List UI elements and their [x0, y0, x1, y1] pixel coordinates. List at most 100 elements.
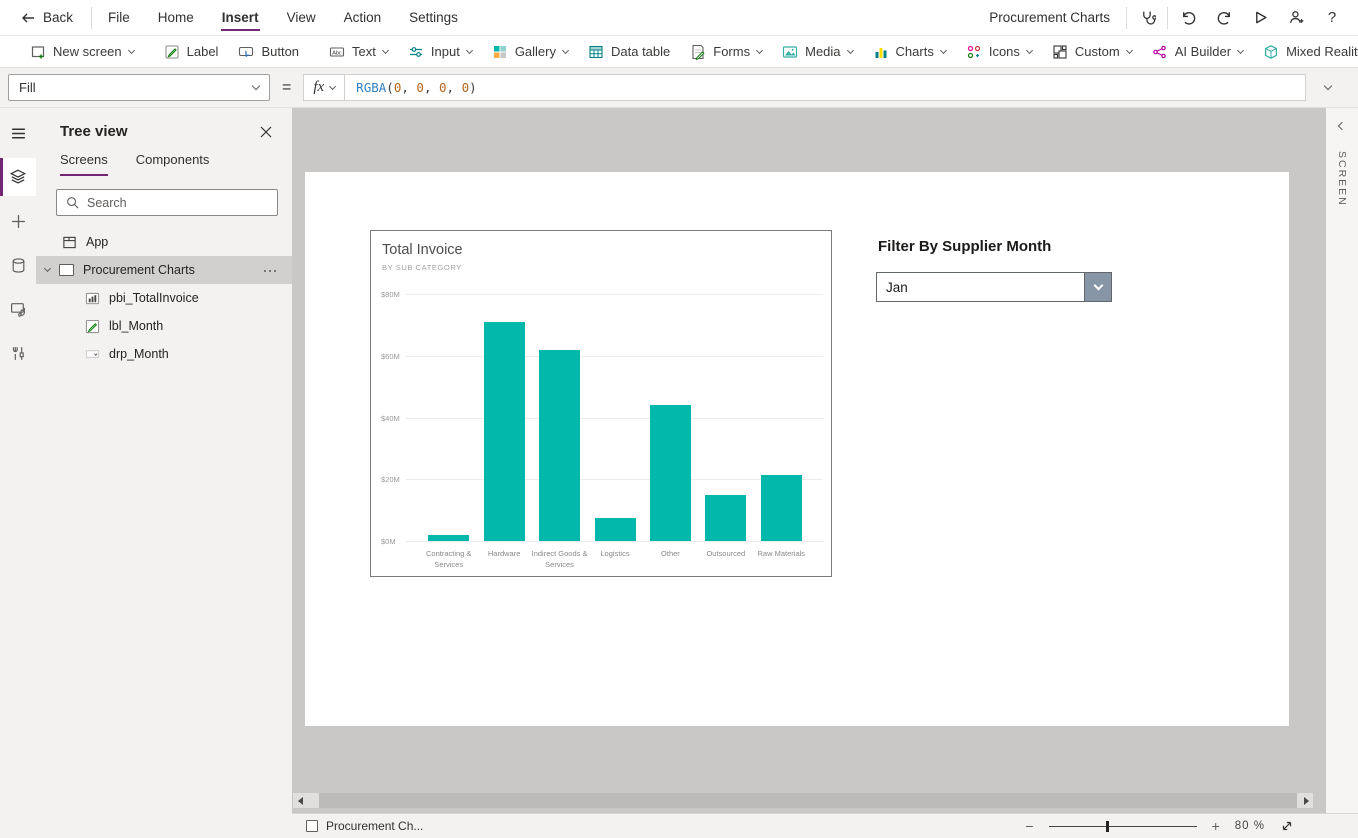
share-button[interactable] [1278, 0, 1314, 36]
statusbar-screen-name: Procurement Ch... [326, 819, 423, 833]
undo-button[interactable] [1170, 0, 1206, 36]
redo-button[interactable] [1206, 0, 1242, 36]
close-panel-button[interactable] [260, 126, 272, 138]
zoom-out-button[interactable]: − [1025, 818, 1033, 834]
rail-media-button[interactable] [0, 290, 36, 328]
media-icon [782, 44, 798, 60]
zoom-slider[interactable] [1049, 820, 1197, 833]
ribbon-charts[interactable]: Charts [863, 36, 956, 68]
tree-item-procurement-charts[interactable]: Procurement Charts [36, 256, 292, 284]
ribbon-media[interactable]: Media [772, 36, 862, 68]
search-input[interactable] [87, 196, 268, 210]
dropdown-button[interactable] [1084, 273, 1111, 301]
plus-icon [10, 213, 27, 230]
chart-bar [761, 475, 802, 541]
horizontal-scrollbar[interactable] [293, 793, 1313, 808]
rail-hamburger-button[interactable] [0, 114, 36, 152]
x-axis-category-label: Other [639, 549, 702, 560]
formula-bar: Fill = fx RGBA(0, 0, 0, 0) [0, 68, 1358, 108]
ribbon-data-table[interactable]: Data table [578, 36, 680, 68]
zoom-in-button[interactable]: + [1212, 818, 1220, 834]
ribbon-label: Text [352, 44, 376, 59]
scrollbar-thumb[interactable] [319, 793, 1297, 808]
ribbon-label: Label [187, 44, 219, 59]
design-workarea: Total Invoice BY SUB CATEGORY $0M$20M$40… [292, 108, 1326, 813]
chevron-down-icon [252, 82, 260, 90]
ribbon-new-screen[interactable]: New screen [20, 36, 144, 68]
menu-action[interactable]: Action [330, 0, 396, 36]
menu-file[interactable]: File [94, 0, 144, 36]
menu-insert[interactable]: Insert [208, 0, 273, 36]
screen-media-icon [10, 301, 27, 318]
ribbon-label: New screen [53, 44, 122, 59]
more-actions-icon[interactable] [264, 269, 278, 272]
tree-item-app[interactable]: App [36, 228, 292, 256]
menu-home[interactable]: Home [144, 0, 208, 36]
month-dropdown[interactable]: Jan [876, 272, 1112, 302]
ribbon-label[interactable]: Label [154, 36, 229, 68]
ribbon-gallery[interactable]: Gallery [482, 36, 578, 68]
ribbon-forms[interactable]: Forms [680, 36, 772, 68]
database-icon [10, 257, 27, 274]
slider-track [1049, 826, 1197, 828]
ribbon-label: Button [261, 44, 299, 59]
fit-to-window-icon[interactable] [1280, 819, 1294, 833]
tree-item-drp-month[interactable]: drp_Month [36, 340, 292, 368]
scroll-right-button[interactable] [1299, 793, 1313, 808]
ribbon-label: Forms [713, 44, 750, 59]
chevron-down-icon[interactable] [44, 265, 51, 272]
ribbon-ai-builder[interactable]: AI Builder [1142, 36, 1253, 68]
play-icon [1252, 9, 1269, 26]
menu-settings[interactable]: Settings [395, 0, 472, 36]
insert-ribbon: New screen Label Button Abc Text Input G… [0, 36, 1358, 68]
chevron-down-icon [940, 46, 947, 53]
zoom-percentage: 80 % [1235, 820, 1265, 832]
tab-components[interactable]: Components [136, 152, 210, 176]
screen-tab-label[interactable]: SCREEN [1336, 151, 1348, 207]
formula-input[interactable]: RGBA(0, 0, 0, 0) [345, 74, 1306, 101]
chevron-down-icon [1093, 281, 1103, 291]
chevron-down-icon [466, 46, 473, 53]
preview-play-button[interactable] [1242, 0, 1278, 36]
tree-item-pbi-totalinvoice[interactable]: pbi_TotalInvoice [36, 284, 292, 312]
help-button[interactable]: ? [1314, 0, 1350, 36]
screen-canvas[interactable]: Total Invoice BY SUB CATEGORY $0M$20M$40… [305, 172, 1289, 726]
app-title: Procurement Charts [989, 10, 1110, 25]
ribbon-text[interactable]: Abc Text [319, 36, 398, 68]
rail-advanced-tools-button[interactable] [0, 334, 36, 372]
fx-selector[interactable]: fx [303, 74, 345, 101]
power-bi-tile-icon [85, 291, 100, 306]
scroll-left-button[interactable] [293, 793, 307, 808]
chevron-down-icon [128, 46, 135, 53]
tree-view-layers-icon [9, 168, 27, 186]
chevron-down-icon [329, 82, 336, 89]
forms-icon [690, 44, 706, 60]
ribbon-custom[interactable]: Custom [1042, 36, 1142, 68]
text-icon: Abc [329, 44, 345, 60]
back-button[interactable]: Back [0, 10, 89, 26]
chevron-left-icon[interactable] [1338, 122, 1346, 130]
tab-screens[interactable]: Screens [60, 152, 108, 176]
rail-data-button[interactable] [0, 246, 36, 284]
pbi-chart-control[interactable]: Total Invoice BY SUB CATEGORY $0M$20M$40… [370, 230, 832, 577]
app-checker-button[interactable] [1129, 0, 1165, 36]
svg-text:Abc: Abc [332, 50, 342, 56]
property-selector[interactable]: Fill [8, 74, 270, 101]
custom-icon [1052, 44, 1068, 60]
rail-tree-view-button[interactable] [0, 158, 36, 196]
slider-handle[interactable] [1106, 821, 1109, 832]
gallery-icon [492, 44, 508, 60]
expand-formula-bar-button[interactable] [1306, 86, 1350, 89]
close-icon [260, 126, 272, 138]
ribbon-label: Input [431, 44, 460, 59]
ribbon-icons[interactable]: Icons [956, 36, 1042, 68]
y-axis-tick-label: $20M [381, 475, 400, 484]
back-label: Back [43, 10, 73, 25]
ribbon-button[interactable]: Button [228, 36, 309, 68]
ribbon-mixed-reality[interactable]: Mixed Reality [1253, 36, 1358, 68]
tree-item-lbl-month[interactable]: lbl_Month [36, 312, 292, 340]
rail-insert-button[interactable] [0, 202, 36, 240]
menu-view[interactable]: View [273, 0, 330, 36]
ribbon-input[interactable]: Input [398, 36, 482, 68]
label-control-icon [85, 319, 100, 334]
